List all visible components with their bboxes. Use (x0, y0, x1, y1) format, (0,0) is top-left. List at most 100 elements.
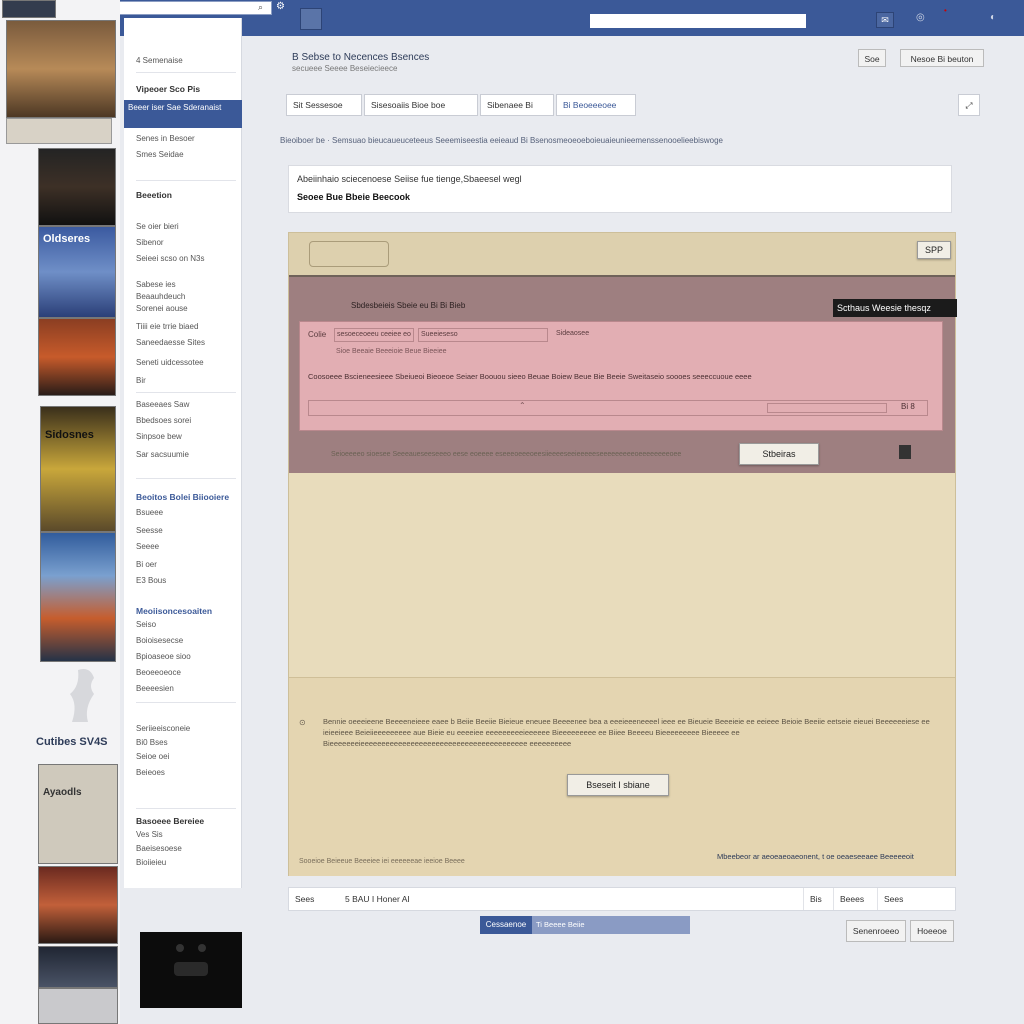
nav-item[interactable]: Seieei scso on N3s (136, 254, 204, 263)
nav-item[interactable]: Tiiii eie trrie biaed (136, 322, 198, 331)
nav-item[interactable]: Seeee (136, 542, 159, 551)
panel-tab-shape (309, 241, 389, 267)
pager: Cessaenoe Ti Beeee Beiie (480, 916, 690, 934)
nav-item[interactable]: Smes Seidae (136, 150, 184, 159)
tab-2[interactable]: Sisesoaiis Bioe boe (364, 94, 478, 116)
footer-right-button[interactable]: Hoeeoe (910, 920, 954, 942)
nav-item[interactable]: Bioiieieu (136, 858, 166, 867)
nav-item[interactable]: Bi0 Bses (136, 738, 168, 747)
thumbnail[interactable] (2, 0, 56, 18)
box-field[interactable]: Sideaosee (556, 328, 676, 342)
thumbnail[interactable]: Sidosnes (40, 406, 116, 532)
left-navigation: 4 Semenaise Vipeoer Sco Pis Beeer iser S… (124, 18, 242, 888)
nav-section-heading: Beoitos Bolei Biiooiere (136, 492, 230, 502)
search-icon[interactable]: ⌕ (258, 2, 263, 13)
nav-top-label[interactable]: 4 Semenaise (136, 56, 183, 65)
panel-footer-right[interactable]: Mbeebeor ar aeoeaeoaeonent, t oe oeaesee… (717, 852, 914, 861)
nav-item[interactable]: Baseeaes Saw (136, 400, 189, 409)
nav-item[interactable]: Bi oer (136, 560, 157, 569)
box-field[interactable]: sesoeceoeeu ceeiee eo (334, 328, 414, 342)
footer-left-button[interactable]: Senenroeeo (846, 920, 906, 942)
nav-item[interactable]: Beaauhdeuch (136, 292, 185, 301)
pager-active[interactable]: Cessaenoe (480, 916, 532, 934)
settings-icon[interactable]: ⚙ (276, 1, 285, 12)
nav-section-heading: Basoeee Bereiee (136, 816, 205, 826)
bottom-cell: 5 BAU I Honer AI (345, 894, 410, 904)
globe-icon[interactable]: ◎ (916, 12, 925, 23)
panel-paragraph: Bennie oeeeieene Beeeeneieee eaee b Beii… (323, 717, 930, 748)
bottom-cell[interactable]: Sees (877, 888, 909, 910)
nav-item[interactable]: Sinpsoe bew (136, 432, 182, 441)
panel-corner-button[interactable]: SPP (917, 241, 951, 259)
bottom-cell[interactable]: Beees (833, 888, 870, 910)
nav-item[interactable]: Beeeesien (136, 684, 174, 693)
thumbnail[interactable] (40, 532, 116, 662)
nav-item[interactable]: Seneti uidcessotee (136, 358, 204, 367)
nav-item[interactable]: Bsueee (136, 508, 163, 517)
thumbnail[interactable] (38, 866, 118, 944)
bottom-cell[interactable]: Sees (289, 888, 320, 910)
band-dark-label: Scthaus Weesie thesqz (833, 299, 957, 317)
top-search-field[interactable] (590, 14, 806, 28)
thumbnail[interactable] (38, 318, 116, 396)
thumbnail[interactable]: Ayaodls (38, 764, 118, 864)
lower-action-button[interactable]: Bseseit I sbiane (567, 774, 669, 796)
thumbnail[interactable] (6, 20, 116, 118)
nav-item[interactable]: Ves Sis (136, 830, 163, 839)
bottom-cell[interactable]: Bis (803, 888, 828, 910)
info-line: Abeiinhaio sciecenoese Seiise fue tienge… (297, 174, 522, 184)
nav-item[interactable]: Sibenor (136, 238, 164, 247)
nav-section-heading: Vipeoer Sco Pis (136, 84, 201, 94)
nav-item[interactable]: Baeisesoese (136, 844, 182, 853)
messages-icon[interactable]: ✉ (876, 12, 894, 28)
page-title: B Sebse to Necences Bsences (292, 52, 430, 63)
divider (136, 808, 236, 809)
nav-item[interactable]: Boioisesecse (136, 636, 183, 645)
header-main-button[interactable]: Nesoe Bi beuton (900, 49, 984, 67)
nav-item[interactable]: Beoeeoeoce (136, 668, 181, 677)
nav-item[interactable]: Seesse (136, 526, 163, 535)
nav-item[interactable]: Se oier bieri (136, 222, 179, 231)
thumbnail[interactable]: Oldseres (38, 226, 116, 318)
nav-item[interactable]: Seriieeisconeie (136, 724, 190, 733)
nav-item[interactable]: Bbedsoes sorei (136, 416, 191, 425)
nav-item[interactable]: Senes in Besoer (136, 134, 195, 143)
strip-label: Cutibes SV4S (36, 736, 108, 748)
pager-rest[interactable]: Ti Beeee Beiie (536, 916, 585, 934)
media-preview[interactable] (140, 932, 242, 1008)
nav-item[interactable]: Sabese ies (136, 280, 176, 289)
thumbnail[interactable] (38, 988, 118, 1024)
nav-item[interactable]: Sar sacsuumie (136, 450, 189, 459)
tab-3[interactable]: Sibenaee Bi (480, 94, 554, 116)
header-small-button[interactable]: Soe (858, 49, 886, 67)
band-text: Sbdesbeieis Sbeie eu Bi Bi Bieb (351, 301, 466, 310)
nav-item[interactable]: Bir (136, 376, 146, 385)
nav-item[interactable]: Saneedaesse Sites (136, 338, 205, 347)
nav-item[interactable]: Sorenei aouse (136, 304, 188, 313)
mid-action-button[interactable]: Stbeiras (739, 443, 819, 465)
small-dark-icon[interactable] (899, 445, 911, 459)
thumbnail[interactable] (38, 946, 118, 988)
account-menu-icon[interactable]: ◐ (990, 12, 996, 23)
thumbnail[interactable] (6, 118, 112, 144)
box-progress-field[interactable]: ⌃ Bi 8 (308, 400, 928, 416)
tab-1[interactable]: Sit Sessesoe (286, 94, 362, 116)
thumbnail[interactable] (38, 148, 116, 226)
nav-item-selected[interactable]: Beeer iser Sae Sderanaist (124, 100, 242, 128)
profile-avatar[interactable] (300, 8, 322, 30)
bottom-bar: Sees 5 BAU I Honer AI Bis Beees Sees (288, 887, 956, 911)
divider (136, 478, 236, 479)
nav-item[interactable]: Seiso (136, 620, 156, 629)
tab-bar: Sit Sessesoe Sisesoaiis Bioe boe Sibenae… (284, 94, 984, 116)
tab-4[interactable]: Bi Beoeeeoee (556, 94, 636, 116)
nav-item[interactable]: E3 Bous (136, 576, 166, 585)
mouth-icon (174, 962, 208, 976)
info-icon: ⊙ (299, 718, 306, 727)
nav-item[interactable]: Beieoes (136, 768, 165, 777)
box-inner-field[interactable] (767, 403, 887, 413)
info-line-bold: Seoee Bue Bbeie Beecook (297, 192, 411, 202)
expand-icon[interactable]: ⤢ (958, 94, 980, 116)
nav-item[interactable]: Seioe oei (136, 752, 169, 761)
nav-item[interactable]: Bpioaseoe sioo (136, 652, 191, 661)
box-field[interactable]: Sueeieseso (418, 328, 548, 342)
